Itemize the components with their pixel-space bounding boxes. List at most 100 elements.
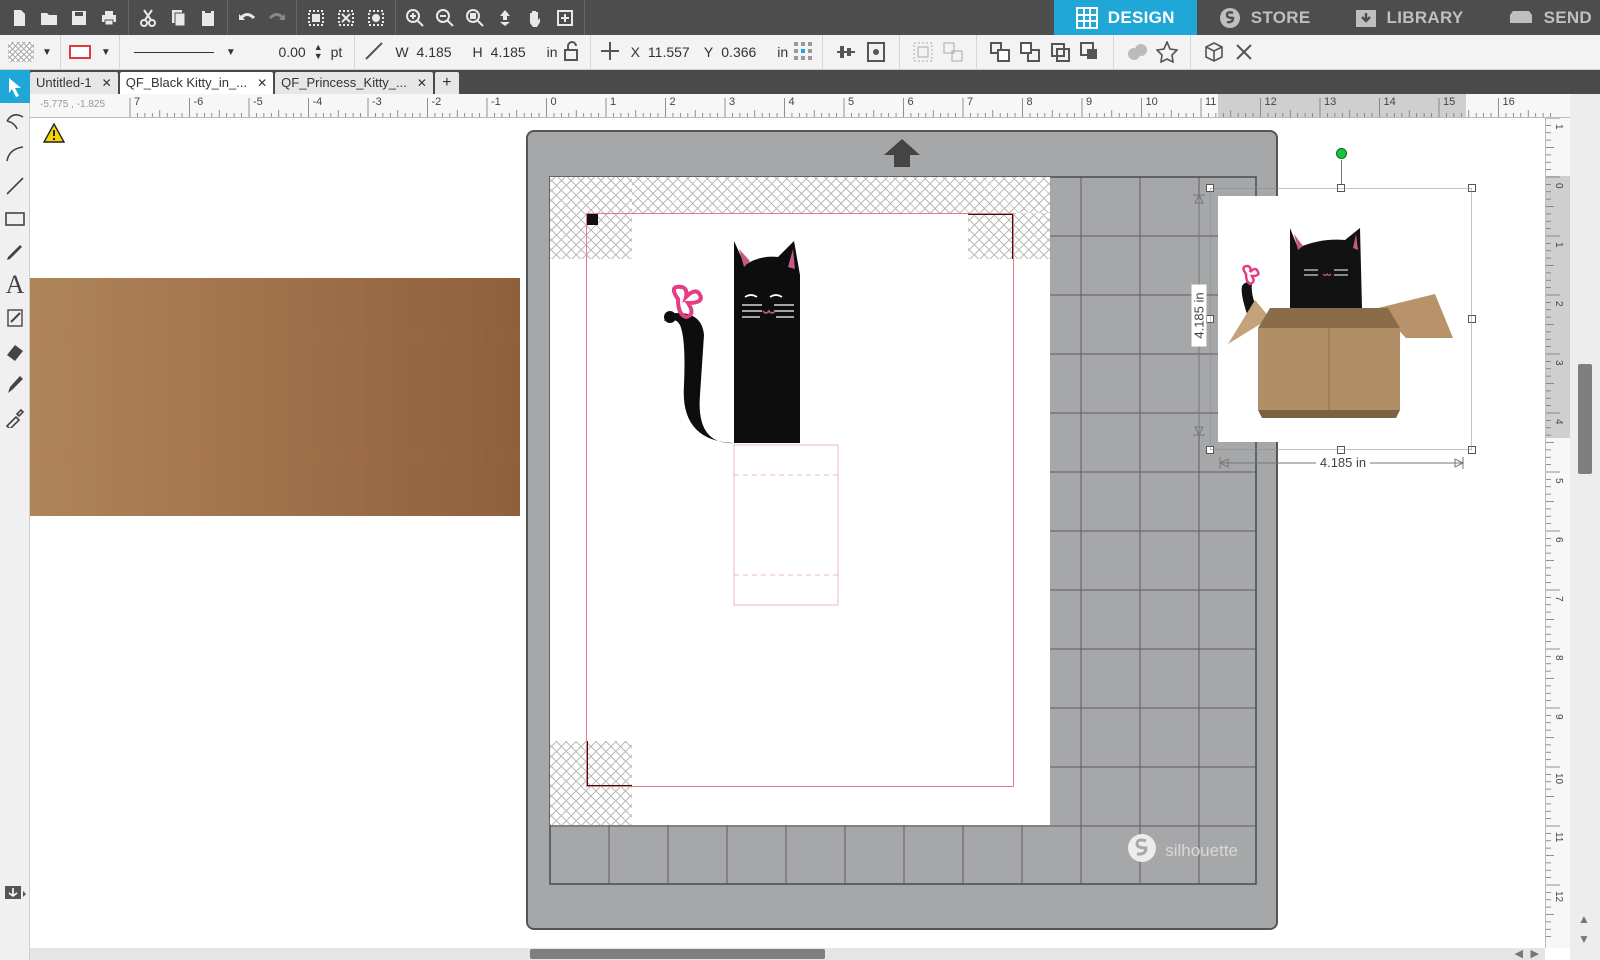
horizontal-scrollbar[interactable]: ◀ ▶	[30, 948, 1545, 960]
group-section	[900, 34, 978, 70]
doc-tab[interactable]: QF_Princess_Kitty_... ✕	[275, 72, 433, 94]
select-arrow-icon[interactable]	[0, 70, 30, 103]
cardboard-box-shape[interactable]	[30, 278, 520, 516]
black-kitty-design[interactable]	[650, 235, 850, 675]
resize-handle[interactable]	[1468, 184, 1476, 192]
x-input[interactable]: 11.557	[644, 41, 700, 63]
line-width-input[interactable]: 0.00	[254, 41, 310, 63]
zoom-in-icon[interactable]	[400, 3, 430, 33]
align-icon[interactable]	[831, 38, 861, 66]
send-backward-icon[interactable]	[1075, 38, 1105, 66]
pan-hand-icon[interactable]	[520, 3, 550, 33]
page-area[interactable]	[550, 177, 1050, 825]
resize-handle[interactable]	[1337, 184, 1345, 192]
ruler-label: 0	[551, 96, 557, 108]
tab-design[interactable]: DESIGN	[1053, 0, 1197, 35]
close-icon[interactable]	[1229, 38, 1259, 66]
lock-aspect-icon[interactable]	[562, 40, 582, 65]
resize-handle[interactable]	[1468, 315, 1476, 323]
line-icon[interactable]	[0, 169, 30, 202]
center-to-page-icon[interactable]	[861, 38, 891, 66]
horizontal-scroll-thumb[interactable]	[530, 949, 825, 959]
scroll-down-arrow-icon[interactable]: ▼	[1578, 932, 1590, 946]
point-edit-icon[interactable]	[0, 103, 30, 136]
height-input[interactable]: 4.185	[487, 41, 543, 63]
resize-handle[interactable]	[1468, 446, 1476, 454]
fit-to-page-icon[interactable]	[490, 3, 520, 33]
warning-icon[interactable]	[42, 122, 66, 148]
select-all-icon[interactable]	[301, 3, 331, 33]
new-tab-button[interactable]: +	[434, 72, 459, 94]
close-tab-icon[interactable]: ✕	[417, 72, 427, 94]
line-style-preview[interactable]	[133, 51, 214, 53]
scroll-up-arrow-icon[interactable]: ▲	[1578, 912, 1590, 926]
close-tab-icon[interactable]: ✕	[257, 72, 267, 94]
open-folder-icon[interactable]	[34, 3, 64, 33]
width-input[interactable]: 4.185	[413, 41, 469, 63]
selected-image[interactable]	[1206, 148, 1476, 454]
save-icon[interactable]	[64, 3, 94, 33]
size-unit: in	[546, 44, 558, 60]
ungroup-icon[interactable]	[938, 38, 968, 66]
reference-point-grid-icon[interactable]	[792, 40, 814, 65]
line-color-dropdown-icon[interactable]: ▼	[101, 47, 111, 58]
doc-tab[interactable]: QF_Black Kitty_in_... ✕	[119, 72, 274, 94]
resize-handle[interactable]	[1206, 446, 1214, 454]
deselect-icon[interactable]	[331, 3, 361, 33]
tab-send[interactable]: SEND	[1485, 0, 1600, 35]
arrange-section	[977, 34, 1115, 70]
eraser-icon[interactable]	[0, 334, 30, 367]
line-style-section: ▼ 0.00 ▲ ▼ pt	[120, 34, 356, 70]
fill-dropdown-icon[interactable]: ▼	[42, 47, 52, 58]
bring-forward-icon[interactable]	[1045, 38, 1075, 66]
pencil-icon[interactable]	[0, 235, 30, 268]
ruler-label: -1	[491, 96, 501, 108]
doc-tab[interactable]: Untitled-1 ✕	[30, 72, 118, 94]
tab-store[interactable]: STORE	[1196, 0, 1333, 35]
print-icon[interactable]	[94, 3, 124, 33]
eyedropper-icon[interactable]	[0, 400, 30, 433]
ruler-label: 3	[729, 96, 735, 108]
ruler-label: 2	[670, 96, 676, 108]
select-by-color-icon[interactable]	[361, 3, 391, 33]
height-dimension: 4.185 in	[1188, 190, 1210, 440]
design-canvas[interactable]: silhouette 4.185 in 4.185 in	[30, 118, 1545, 948]
ruler-label: 4	[789, 96, 795, 108]
line-width-stepper[interactable]: ▲ ▼	[314, 43, 323, 61]
close-tab-icon[interactable]: ✕	[102, 72, 112, 94]
zoom-out-icon[interactable]	[430, 3, 460, 33]
star-shape-icon[interactable]	[1152, 38, 1182, 66]
knife-icon[interactable]	[0, 136, 30, 169]
group-icon[interactable]	[908, 38, 938, 66]
new-document-icon[interactable]	[4, 3, 34, 33]
y-input[interactable]: 0.366	[717, 41, 773, 63]
cut-icon[interactable]	[133, 3, 163, 33]
rotate-handle-stem	[1341, 160, 1342, 184]
vertical-scrollbar[interactable]: ▲ ▼	[1570, 94, 1600, 960]
weld-icon[interactable]	[1122, 38, 1152, 66]
ruler-label: 11	[1553, 832, 1564, 843]
line-color-swatch[interactable]	[68, 45, 91, 59]
copy-icon[interactable]	[163, 3, 193, 33]
tab-library[interactable]: LIBRARY	[1332, 0, 1486, 35]
library-save-icon[interactable]	[0, 875, 30, 908]
paste-icon[interactable]	[193, 3, 223, 33]
fill-pattern-swatch[interactable]	[8, 42, 34, 62]
zoom-select-icon[interactable]	[460, 3, 490, 33]
send-to-back-icon[interactable]	[1015, 38, 1045, 66]
rectangle-icon[interactable]	[0, 202, 30, 235]
vertical-scroll-thumb[interactable]	[1578, 364, 1592, 474]
bring-to-front-icon[interactable]	[985, 38, 1015, 66]
redo-icon[interactable]	[262, 3, 292, 33]
add-page-icon[interactable]	[550, 3, 580, 33]
text-on-path-icon[interactable]	[0, 301, 30, 334]
line-style-dropdown-icon[interactable]: ▼	[226, 47, 236, 58]
undo-icon[interactable]	[232, 3, 262, 33]
text-icon[interactable]: A	[0, 268, 30, 301]
scroll-right-arrow-icon[interactable]: ▶	[1531, 947, 1539, 960]
rotate-handle[interactable]	[1336, 148, 1347, 159]
pen-icon[interactable]	[0, 367, 30, 400]
scroll-left-arrow-icon[interactable]: ◀	[1515, 947, 1523, 960]
3d-box-icon[interactable]	[1199, 38, 1229, 66]
tab-library-label: LIBRARY	[1386, 7, 1464, 27]
